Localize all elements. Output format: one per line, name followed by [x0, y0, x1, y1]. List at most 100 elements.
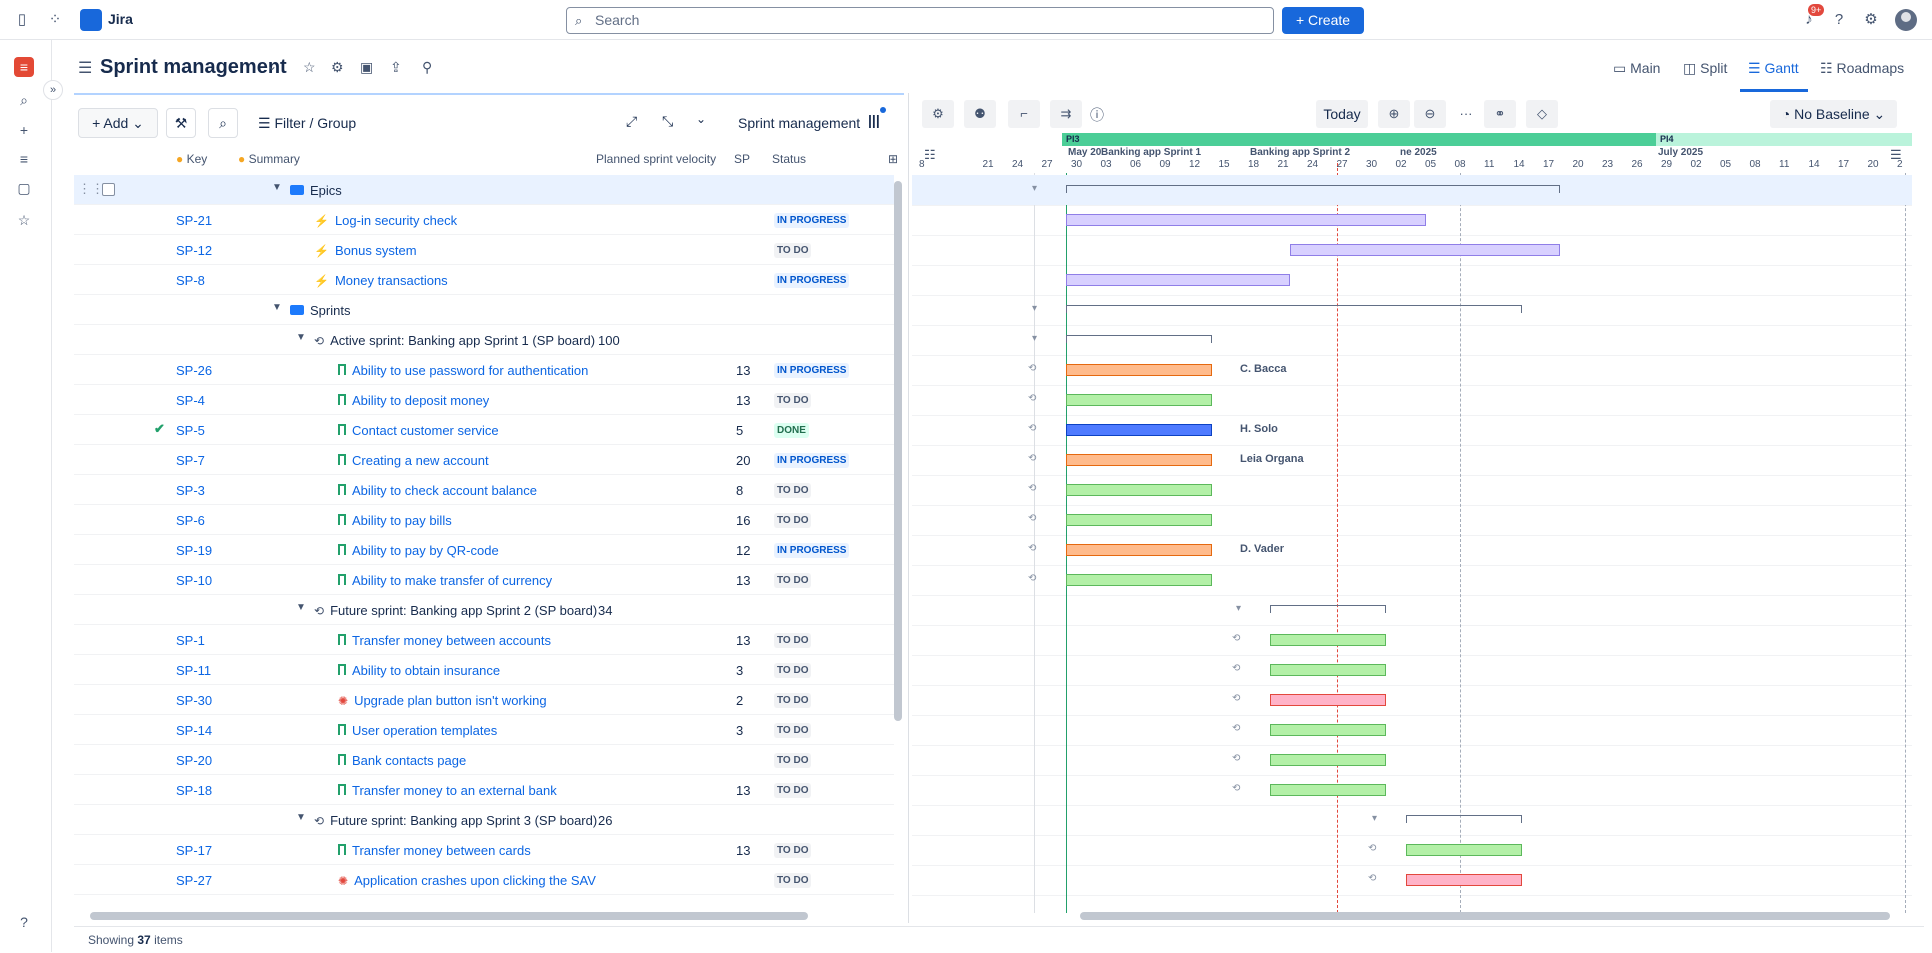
gantt-chart[interactable]: ☷ ☰ PI3 PI4 May 20 Banking app Sprint 1 … — [912, 133, 1912, 913]
issue-key[interactable]: SP-5 — [176, 423, 205, 438]
table-row[interactable]: SP-20 Bank contacts page TO DO — [74, 745, 894, 775]
column-header-sp[interactable]: SP — [734, 152, 750, 166]
columns-icon[interactable]: ||| — [868, 112, 880, 128]
status-badge[interactable]: IN PROGRESS — [774, 453, 850, 468]
table-row[interactable]: SP-1 Transfer money between accounts 13 TO … — [74, 625, 894, 655]
issue-summary[interactable]: Transfer money between cards — [338, 843, 531, 858]
issue-summary[interactable]: Ability to use password for authenticati… — [338, 363, 588, 378]
status-badge[interactable]: IN PROGRESS — [774, 213, 850, 228]
outline-icon[interactable]: ☷ — [924, 147, 936, 163]
gantt-settings-icon[interactable]: ⚙ — [922, 100, 954, 128]
magic-wand-icon[interactable]: ⚒ — [166, 108, 196, 138]
table-row[interactable]: SP-26 Ability to use password for authent… — [74, 355, 894, 385]
issue-summary[interactable]: Ability to obtain insurance — [338, 663, 500, 678]
issue-key[interactable]: SP-1 — [176, 633, 205, 648]
critical-path-icon[interactable]: ⇉ — [1050, 100, 1082, 128]
gear-icon[interactable]: ⚙ — [331, 59, 344, 76]
star-icon[interactable]: ☆ — [14, 210, 34, 230]
table-row[interactable]: SP-19 Ability to pay by QR-code 12 IN PROGR… — [74, 535, 894, 565]
status-badge[interactable]: TO DO — [774, 633, 812, 648]
status-badge[interactable]: TO DO — [774, 573, 812, 588]
jira-logo-icon[interactable] — [80, 9, 102, 31]
baseline-dropdown[interactable]: ◔ No Baseline ⌄ — [1770, 100, 1897, 128]
tab-main[interactable]: ▭ Main — [1613, 60, 1660, 77]
status-badge[interactable]: TO DO — [774, 393, 812, 408]
issue-key[interactable]: SP-4 — [176, 393, 205, 408]
issue-summary[interactable]: ⚡ Bonus system — [314, 243, 417, 258]
status-badge[interactable]: IN PROGRESS — [774, 363, 850, 378]
status-badge[interactable]: TO DO — [774, 483, 812, 498]
issue-summary[interactable]: ✺ Application crashes upon clicking the S… — [338, 873, 596, 888]
table-vertical-scrollbar[interactable] — [894, 181, 902, 721]
status-badge[interactable]: TO DO — [774, 843, 812, 858]
group-row[interactable]: ▼ ⟲ Active sprint: Banking app Sprint 1 (S… — [74, 325, 894, 355]
table-row[interactable]: SP-4 Ability to deposit money 13 TO DO — [74, 385, 894, 415]
status-badge[interactable]: TO DO — [774, 513, 812, 528]
milestone-icon[interactable]: ◇ — [1526, 100, 1558, 128]
issue-key[interactable]: SP-10 — [176, 573, 212, 588]
status-badge[interactable]: TO DO — [774, 693, 812, 708]
gantt-horizontal-scrollbar[interactable] — [1080, 912, 1890, 920]
add-column-icon[interactable]: ⊞ — [888, 152, 898, 166]
status-badge[interactable]: TO DO — [774, 753, 812, 768]
issue-key[interactable]: SP-8 — [176, 273, 205, 288]
chevron-down-icon[interactable]: ⌄ — [267, 59, 277, 73]
search-grid-icon[interactable]: ⌕ — [208, 108, 238, 138]
table-row[interactable]: SP-21 ⚡ Log-in security check IN PROGRESS — [74, 205, 894, 235]
issue-summary[interactable]: ⟲ Future sprint: Banking app Sprint 2 (SP… — [314, 603, 597, 618]
star-icon[interactable]: ☆ — [303, 59, 316, 76]
table-row[interactable]: SP-3 Ability to check account balance 8 TO … — [74, 475, 894, 505]
help-icon[interactable]: ? — [14, 912, 34, 932]
table-row[interactable]: SP-14 User operation templates 3 TO DO — [74, 715, 894, 745]
group-row[interactable]: ▼ ⟲ Future sprint: Banking app Sprint 2 (S… — [74, 595, 894, 625]
chevron-down-icon[interactable]: ▼ — [296, 602, 306, 613]
column-header-summary[interactable]: ● Summary — [238, 152, 300, 166]
user-avatar[interactable] — [1895, 9, 1917, 31]
issue-summary[interactable]: Ability to pay by QR-code — [338, 543, 499, 558]
issue-summary[interactable]: Epics — [290, 183, 342, 198]
dependencies-icon[interactable]: ⌐ — [1008, 100, 1040, 128]
drag-handle-icon[interactable]: ⋮⋮ — [78, 181, 104, 197]
search-input[interactable]: ⌕ Search — [566, 7, 1274, 34]
issue-summary[interactable]: Ability to deposit money — [338, 393, 489, 408]
status-badge[interactable]: DONE — [774, 423, 809, 438]
expand-sidebar-icon[interactable]: » — [43, 80, 63, 100]
chevron-down-icon[interactable]: ▼ — [272, 182, 282, 193]
table-row[interactable]: ✔ SP-5 Contact customer service 5 DONE — [74, 415, 894, 445]
status-badge[interactable]: TO DO — [774, 723, 812, 738]
issue-key[interactable]: SP-21 — [176, 213, 212, 228]
issue-key[interactable]: SP-12 — [176, 243, 212, 258]
issue-key[interactable]: SP-14 — [176, 723, 212, 738]
settings-icon[interactable]: ⚙ — [1862, 11, 1880, 29]
issue-summary[interactable]: Ability to check account balance — [338, 483, 537, 498]
issue-key[interactable]: SP-27 — [176, 873, 212, 888]
group-row[interactable]: ⋮⋮ ▼ Epics — [74, 175, 894, 205]
list-icon[interactable]: ≡ — [14, 149, 34, 169]
link-icon[interactable]: ⚭ — [1484, 100, 1516, 128]
tab-roadmaps[interactable]: ☷ Roadmaps — [1820, 60, 1904, 77]
chevron-down-icon[interactable]: ▼ — [272, 302, 282, 313]
table-row[interactable]: SP-8 ⚡ Money transactions IN PROGRESS — [74, 265, 894, 295]
tab-split[interactable]: ◫ Split — [1683, 60, 1727, 77]
group-row[interactable]: ▼ Sprints — [74, 295, 894, 325]
column-header-key[interactable]: ● Key — [176, 152, 207, 166]
search-icon[interactable]: ⌕ — [14, 90, 34, 110]
more-icon[interactable]: ··· — [1450, 100, 1482, 128]
app-switcher-icon[interactable]: ⁘ — [46, 11, 64, 29]
status-badge[interactable]: TO DO — [774, 663, 812, 678]
issue-summary[interactable]: ✺ Upgrade plan button isn't working — [338, 693, 547, 708]
info-icon[interactable]: ⓘ — [1090, 105, 1104, 125]
split-divider[interactable] — [908, 93, 909, 923]
chevron-down-icon[interactable]: ▼ — [296, 812, 306, 823]
chevron-down-icon[interactable]: ⌄ — [696, 112, 706, 126]
table-row[interactable]: SP-6 Ability to pay bills 16 TO DO — [74, 505, 894, 535]
issue-summary[interactable]: User operation templates — [338, 723, 497, 738]
issue-key[interactable]: SP-30 — [176, 693, 212, 708]
add-button[interactable]: + Add ⌄ — [78, 108, 158, 138]
status-badge[interactable]: IN PROGRESS — [774, 543, 850, 558]
column-header-velocity[interactable]: Planned sprint velocity — [596, 152, 716, 166]
status-badge[interactable]: TO DO — [774, 783, 812, 798]
help-icon[interactable]: ? — [1830, 11, 1848, 29]
issue-summary[interactable]: Creating a new account — [338, 453, 489, 468]
status-badge[interactable]: TO DO — [774, 243, 812, 258]
